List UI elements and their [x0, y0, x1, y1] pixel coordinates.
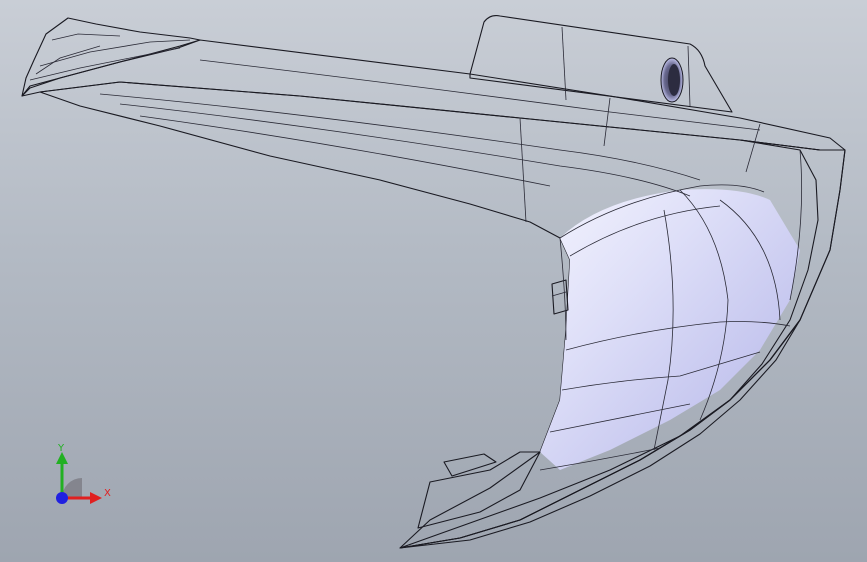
- y-axis-label: Y: [57, 443, 65, 454]
- z-axis-dot: [56, 492, 68, 504]
- coordinate-triad[interactable]: Y X: [40, 438, 130, 518]
- x-axis-label: X: [104, 488, 111, 499]
- curved-panel: [540, 189, 800, 470]
- x-axis-arrow: [90, 492, 102, 504]
- arm-tip: [21, 17, 201, 97]
- part-model[interactable]: [0, 0, 867, 562]
- graphics-viewport[interactable]: Y X: [0, 0, 867, 562]
- flange-tab: [443, 453, 497, 477]
- mounting-tab: [469, 15, 733, 113]
